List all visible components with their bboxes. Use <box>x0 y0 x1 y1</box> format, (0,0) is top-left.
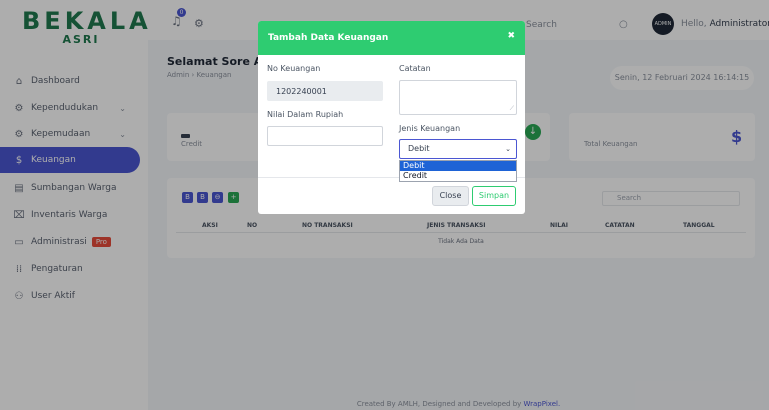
resize-handle-icon[interactable]: ⟋ <box>510 105 514 113</box>
chevron-down-icon: ⌄ <box>505 145 511 153</box>
catatan-textarea[interactable]: ⟋ <box>399 80 517 115</box>
modal-header: Tambah Data Keuangan ✖ <box>258 21 525 55</box>
option-credit[interactable]: Credit <box>400 171 516 181</box>
save-button[interactable]: Simpan <box>472 186 516 206</box>
close-button[interactable]: Close <box>432 186 469 206</box>
modal-title: Tambah Data Keuangan <box>268 33 389 43</box>
catatan-label: Catatan <box>399 64 431 73</box>
close-icon[interactable]: ✖ <box>507 31 515 41</box>
jenis-keuangan-select[interactable]: Debit ⌄ <box>399 139 517 159</box>
jenis-keuangan-value: Debit <box>408 144 430 153</box>
nilai-label: Nilai Dalam Rupiah <box>267 110 344 119</box>
option-debit[interactable]: Debit <box>400 161 516 171</box>
jenis-keuangan-options: Debit Credit <box>399 160 517 182</box>
no-keuangan-field: 1202240001 <box>267 81 383 101</box>
no-keuangan-label: No Keuangan <box>267 64 321 73</box>
nilai-rupiah-input[interactable] <box>267 126 383 146</box>
jenis-keuangan-label: Jenis Keuangan <box>399 124 461 133</box>
